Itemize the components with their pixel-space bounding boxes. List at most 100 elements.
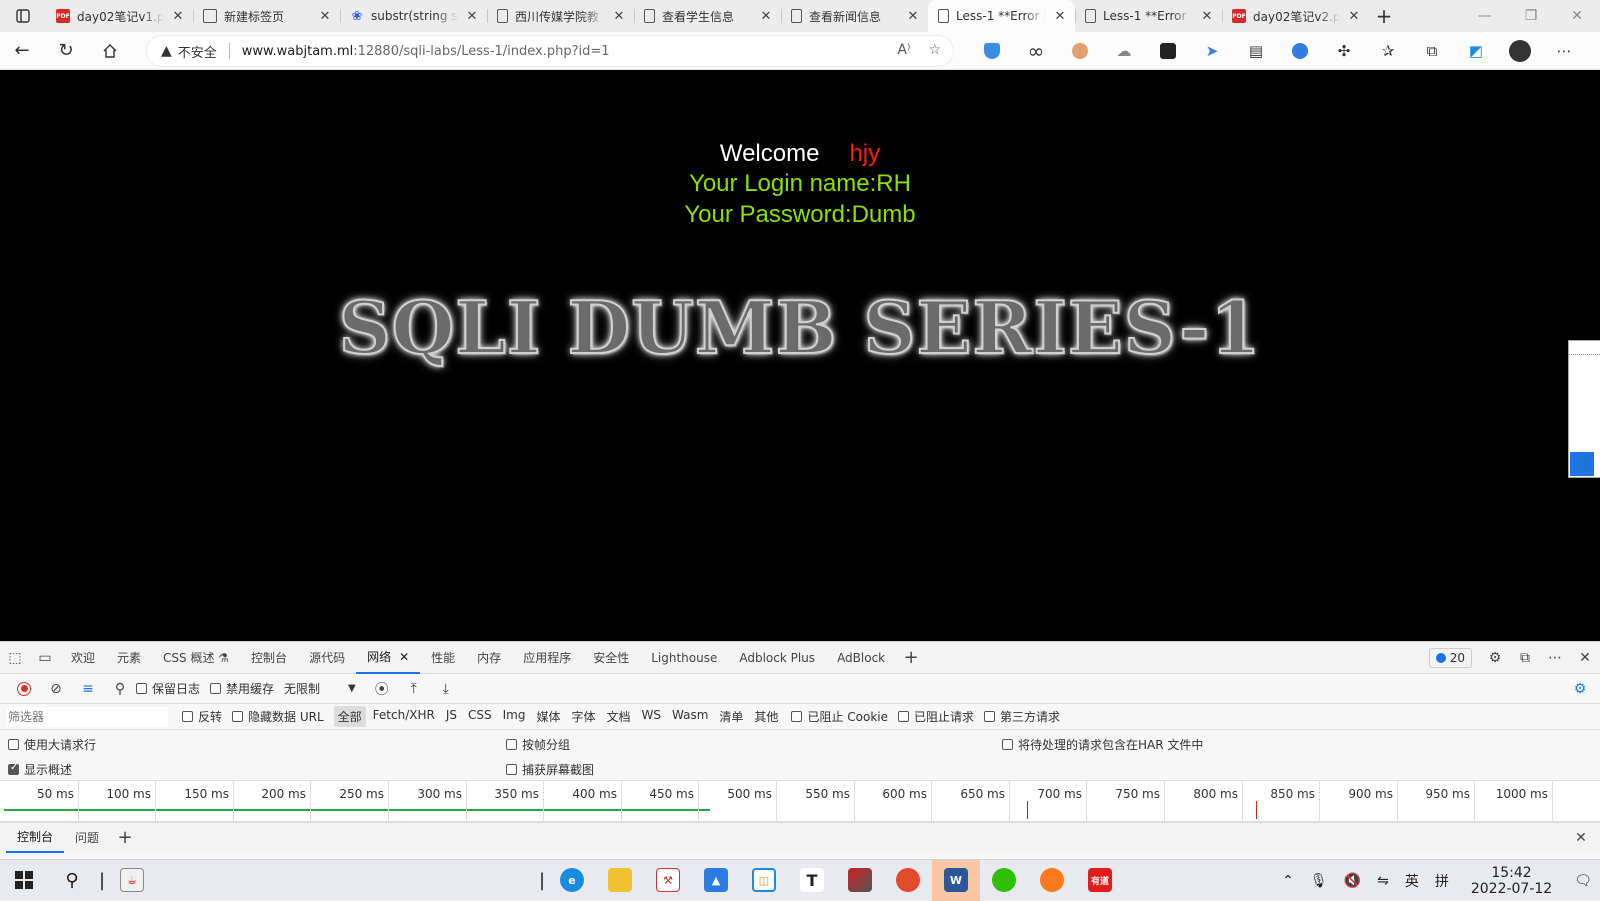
devtools-tab[interactable]: Adblock Plus	[728, 642, 826, 674]
blocked-cookies-box[interactable]	[791, 711, 803, 722]
notifications-icon[interactable]: 🗨	[1566, 873, 1600, 889]
taskbar-firefox-app[interactable]	[1028, 860, 1076, 901]
close-tab-icon[interactable]: ✕	[612, 9, 626, 24]
devtools-tab[interactable]: CSS 概述 ⚗	[152, 642, 240, 674]
close-window-button[interactable]: ✕	[1554, 0, 1600, 32]
close-tab-icon[interactable]: ✕	[171, 9, 185, 24]
drawer-tab[interactable]: 问题	[64, 823, 110, 853]
back-button[interactable]: ←	[0, 32, 44, 70]
taskbar-java-app[interactable]: ☕	[108, 860, 156, 901]
network-settings-button[interactable]: ⚙	[1564, 674, 1596, 704]
blocked-requests-checkbox[interactable]: 已阻止请求	[897, 708, 974, 725]
resource-type-filter[interactable]: 全部	[333, 706, 366, 727]
devtools-tab[interactable]: 控制台	[240, 642, 298, 674]
resource-type-filter[interactable]: 清单	[715, 706, 747, 727]
extension-dark-button[interactable]	[1146, 32, 1190, 70]
close-tab-icon[interactable]: ✕	[759, 9, 773, 24]
ime-language[interactable]: 英	[1397, 871, 1427, 891]
close-drawer-icon[interactable]: ✕	[1566, 822, 1596, 854]
show-overview-box[interactable]	[8, 762, 19, 775]
taskbar-word-app[interactable]: W	[932, 859, 980, 901]
filter-toggle-button[interactable]: ≡	[72, 674, 104, 704]
devtools-tab[interactable]: 安全性	[582, 642, 640, 674]
extension-cat-button[interactable]	[1278, 32, 1322, 70]
close-tab-icon[interactable]: ✕	[465, 9, 479, 24]
resource-type-filter[interactable]: 字体	[567, 706, 599, 727]
new-tab-button[interactable]: +	[1369, 0, 1399, 32]
person-icon[interactable]: 👤	[1570, 452, 1594, 476]
record-button[interactable]	[8, 674, 40, 704]
blocked-cookies-checkbox[interactable]: 已阻止 Cookie	[791, 708, 888, 725]
taskbar-sandbox-app[interactable]: ◫	[740, 860, 788, 901]
disable-cache-checkbox[interactable]: 禁用缓存	[210, 680, 274, 697]
taskbar-tool-app[interactable]: ⚒	[644, 860, 692, 901]
taskbar-wechat-app[interactable]	[980, 860, 1028, 901]
network-icon[interactable]: ⇋	[1369, 873, 1397, 889]
capture-screenshots-checkbox[interactable]: 捕获屏幕截图	[506, 761, 594, 778]
browser-tab[interactable]: 西川传媒学院教 ✕	[487, 0, 634, 32]
hide-data-urls-checkbox[interactable]: 隐藏数据 URL	[232, 708, 324, 725]
hide-data-urls-box[interactable]	[232, 711, 244, 722]
third-party-box[interactable]	[984, 711, 995, 722]
resource-type-filter[interactable]: WS	[638, 706, 665, 727]
devtools-tab[interactable]: 欢迎	[60, 642, 106, 674]
devtools-tab[interactable]: AdBlock	[826, 642, 896, 674]
extension-cloud-button[interactable]: ☁	[1102, 32, 1146, 70]
browser-tab[interactable]: PDF day02笔记v1.pdf ✕	[46, 0, 193, 32]
devtools-settings-icon[interactable]: ⚙	[1480, 642, 1510, 674]
more-tools-plus-icon[interactable]: +	[896, 642, 926, 674]
devtools-tab[interactable]: 内存	[466, 642, 512, 674]
extensions-button[interactable]: ✣	[1322, 32, 1366, 70]
clear-button[interactable]: ⊘	[40, 674, 72, 704]
taskbar-search-button[interactable]: ⚲	[48, 860, 96, 901]
taskbar-explorer-app[interactable]	[596, 860, 644, 901]
security-label[interactable]: 不安全	[178, 42, 217, 61]
collections-button[interactable]: ⧉	[1410, 32, 1454, 70]
settings-more-button[interactable]: ⋯	[1542, 32, 1586, 70]
minimize-button[interactable]: —	[1462, 0, 1508, 32]
browser-tab[interactable]: Less-1 **Error B ✕	[928, 0, 1075, 32]
devtools-tab[interactable]: 元素	[106, 642, 152, 674]
search-button[interactable]: ⚲	[104, 674, 136, 704]
resource-type-filter[interactable]: Fetch/XHR	[369, 706, 439, 727]
large-rows-box[interactable]	[8, 739, 19, 750]
group-by-frame-box[interactable]	[506, 739, 517, 750]
restore-button[interactable]: ❐	[1508, 0, 1554, 32]
start-button[interactable]	[0, 860, 48, 901]
device-emulation-icon[interactable]: ▭	[30, 642, 60, 674]
taskbar-youdao-app[interactable]: 有道	[1076, 860, 1124, 901]
ime-mode[interactable]: 拼	[1427, 871, 1457, 891]
extension-bird-button[interactable]: ➤	[1190, 32, 1234, 70]
blocked-requests-box[interactable]	[897, 711, 909, 722]
resource-type-filter[interactable]: JS	[442, 706, 461, 727]
edge-bar-button[interactable]: ◩	[1454, 32, 1498, 70]
close-devtools-icon[interactable]: ✕	[1570, 642, 1600, 674]
export-har-button[interactable]: ⤓	[430, 674, 462, 704]
throttling-select[interactable]: 无限制 ▼	[284, 680, 356, 697]
resource-type-filter[interactable]: 文档	[603, 706, 635, 727]
home-button[interactable]	[88, 32, 132, 70]
extension-infinity-button[interactable]: ∞	[1014, 32, 1058, 70]
tray-overflow-chevron-icon[interactable]: ⌃	[1274, 873, 1302, 889]
taskbar-snail-app[interactable]	[884, 860, 932, 901]
preserve-log-checkbox[interactable]: 保留日志	[136, 680, 200, 697]
resource-type-filter[interactable]: 媒体	[532, 706, 564, 727]
dock-side-icon[interactable]: ⧉	[1510, 642, 1540, 674]
browser-tab[interactable]: ❀ substr(string str ✕	[340, 0, 487, 32]
close-tab-icon[interactable]: ✕	[318, 9, 332, 24]
speaker-muted-icon[interactable]: 🔇	[1336, 873, 1369, 889]
inspect-element-icon[interactable]: ⬚	[0, 642, 30, 674]
microphone-icon[interactable]: 🎙	[1302, 873, 1336, 889]
resource-type-filter[interactable]: CSS	[464, 706, 496, 727]
devtools-tab[interactable]: Lighthouse	[640, 642, 728, 674]
filter-input[interactable]	[6, 706, 168, 727]
devtools-tab[interactable]: 性能	[420, 642, 466, 674]
extension-page-button[interactable]: ▤	[1234, 32, 1278, 70]
read-aloud-icon[interactable]: A⁾	[897, 42, 910, 58]
browser-tab[interactable]: PDF day02笔记v2.pdf ✕	[1222, 0, 1369, 32]
devtools-tab[interactable]: 应用程序	[512, 642, 582, 674]
preserve-log-box[interactable]	[136, 683, 147, 694]
resource-type-filter[interactable]: Wasm	[668, 706, 712, 727]
clock[interactable]: 15:42 2022-07-12	[1457, 865, 1566, 897]
resource-type-filter[interactable]: Img	[499, 706, 530, 727]
